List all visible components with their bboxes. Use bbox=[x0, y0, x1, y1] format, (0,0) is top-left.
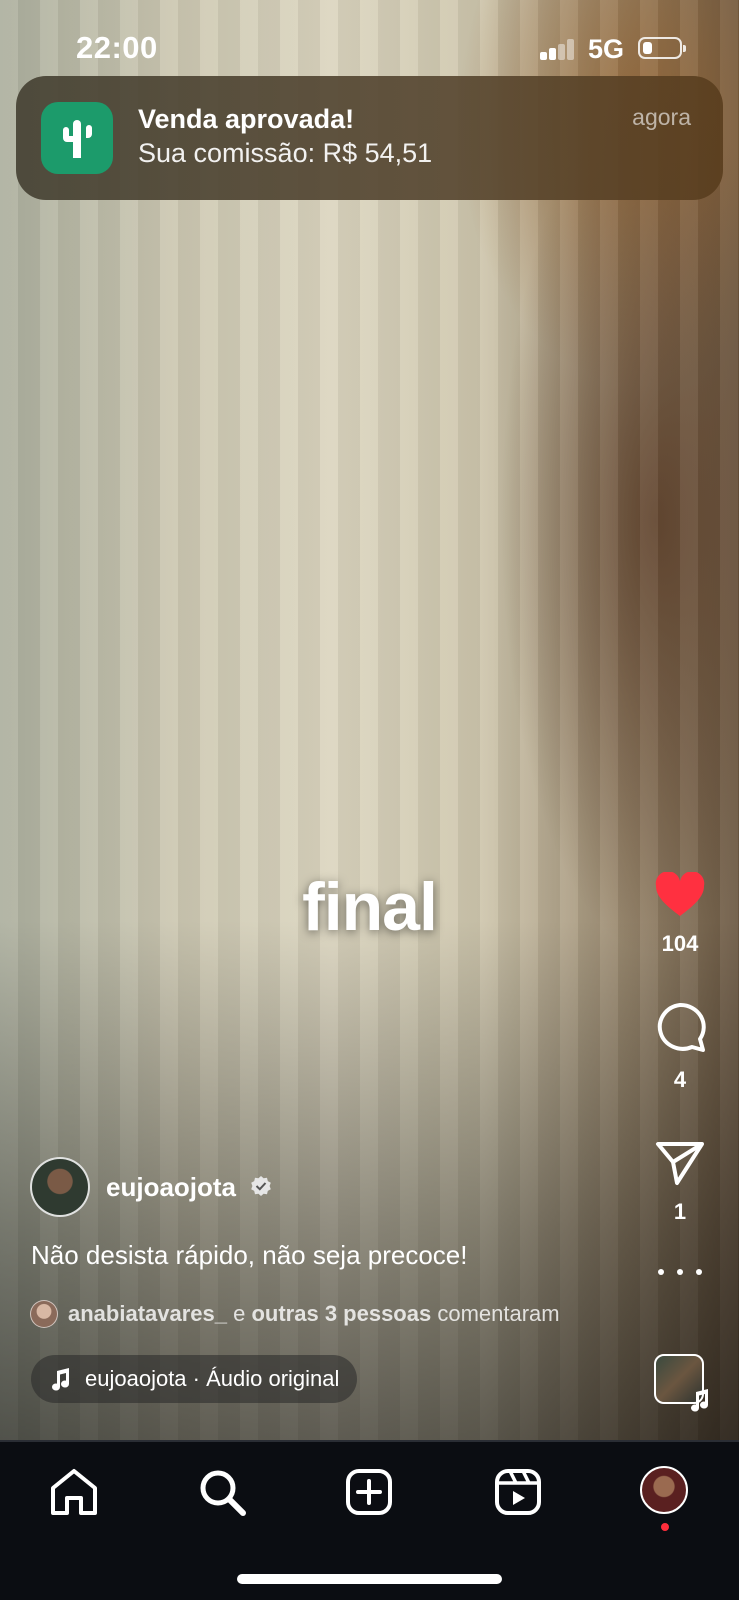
audio-attribution-button[interactable]: eujoaojota · Áudio original bbox=[31, 1355, 358, 1403]
post-caption[interactable]: Não desista rápido, não seja precoce! bbox=[31, 1240, 468, 1271]
comment-icon bbox=[657, 1002, 706, 1052]
home-indicator[interactable] bbox=[237, 1574, 502, 1584]
notification-body: Sua comissão: R$ 54,51 bbox=[138, 138, 433, 168]
share-icon bbox=[656, 1142, 704, 1185]
like-button[interactable]: 104 bbox=[640, 871, 720, 957]
share-button[interactable]: 1 bbox=[640, 1140, 720, 1225]
profile-avatar[interactable] bbox=[640, 1466, 688, 1514]
home-icon[interactable] bbox=[48, 1466, 100, 1518]
music-note-icon bbox=[691, 1389, 708, 1412]
commenter-avatar bbox=[30, 1300, 58, 1328]
commenter-username: anabiatavares_ bbox=[68, 1301, 227, 1326]
author-avatar[interactable] bbox=[30, 1157, 90, 1217]
heart-icon bbox=[655, 871, 705, 916]
network-type: 5G bbox=[588, 34, 625, 64]
audio-label: eujoaojota · Áudio original bbox=[85, 1366, 340, 1391]
reels-icon[interactable] bbox=[492, 1466, 544, 1518]
notification-title: Venda aprovada! bbox=[138, 104, 355, 134]
signal-icon bbox=[540, 38, 576, 60]
status-time: 22:00 bbox=[76, 30, 158, 65]
commenters-others: outras 3 pessoas bbox=[251, 1301, 432, 1326]
battery-level bbox=[643, 42, 652, 54]
like-count: 104 bbox=[661, 931, 699, 956]
profile-notification-dot bbox=[661, 1523, 669, 1531]
comment-count: 4 bbox=[673, 1067, 687, 1092]
author-username[interactable]: eujoaojota bbox=[106, 1172, 236, 1203]
more-options-button[interactable] bbox=[656, 1262, 704, 1282]
video-caption-text: final bbox=[302, 869, 438, 945]
verified-badge-icon bbox=[251, 1176, 271, 1196]
notification-banner[interactable]: Venda aprovada! Sua comissão: R$ 54,51 a… bbox=[16, 76, 723, 200]
battery-icon bbox=[638, 37, 686, 59]
share-count: 1 bbox=[673, 1199, 687, 1224]
notification-time: agora bbox=[632, 104, 691, 130]
music-note-icon bbox=[52, 1368, 69, 1391]
cactus-icon bbox=[41, 102, 113, 174]
create-icon[interactable] bbox=[343, 1466, 395, 1518]
reel-video[interactable] bbox=[0, 0, 739, 1440]
comment-button[interactable]: 4 bbox=[640, 1002, 720, 1093]
search-icon[interactable] bbox=[196, 1466, 248, 1518]
